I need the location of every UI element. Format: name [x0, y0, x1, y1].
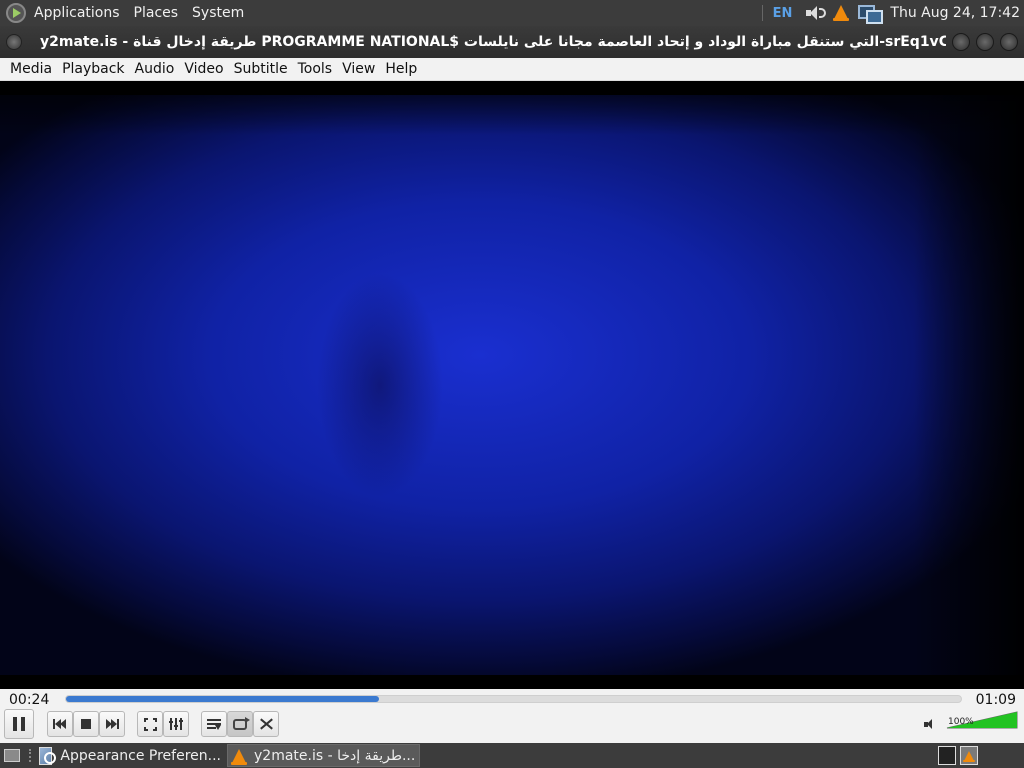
volume-percent: 100%	[948, 717, 974, 727]
maximize-button[interactable]	[976, 33, 994, 51]
menu-subtitle[interactable]: Subtitle	[230, 61, 294, 77]
next-icon	[105, 719, 119, 729]
fullscreen-button[interactable]	[137, 711, 163, 737]
total-time[interactable]: 01:09	[976, 692, 1016, 708]
workspace-2[interactable]	[960, 746, 978, 765]
seek-progress-fill	[66, 696, 380, 702]
menu-video[interactable]: Video	[180, 61, 229, 77]
stop-icon	[81, 719, 91, 729]
speaker-icon[interactable]	[924, 718, 938, 730]
equalizer-icon	[169, 718, 183, 730]
appearance-preferences-icon	[39, 746, 57, 765]
window-title: y2mate.is - طريقة إدخال قناة PROGRAMME N…	[40, 34, 946, 50]
seek-slider[interactable]	[65, 695, 962, 703]
loop-icon	[233, 716, 250, 730]
vlc-icon	[231, 748, 247, 765]
workspace-1[interactable]	[938, 746, 956, 765]
playlist-icon	[207, 718, 221, 730]
menu-view[interactable]: View	[338, 61, 381, 77]
previous-button[interactable]	[47, 711, 73, 737]
menu-playback[interactable]: Playback	[58, 61, 130, 77]
window-titlebar[interactable]: y2mate.is - طريقة إدخال قناة PROGRAMME N…	[0, 26, 1024, 58]
menu-media[interactable]: Media	[0, 61, 58, 77]
top-panel: Applications Places System EN Thu Aug 24…	[0, 0, 1024, 26]
video-area[interactable]	[0, 81, 1024, 689]
keyboard-layout-indicator[interactable]: EN	[773, 6, 793, 21]
pause-icon	[13, 717, 25, 731]
close-button[interactable]	[1000, 33, 1018, 51]
places-menu[interactable]: Places	[134, 5, 179, 21]
applications-menu[interactable]: Applications	[34, 5, 120, 21]
menu-tools[interactable]: Tools	[294, 61, 339, 77]
fullscreen-icon	[143, 717, 157, 731]
menu-audio[interactable]: Audio	[131, 61, 181, 77]
volume-tray-icon[interactable]	[806, 5, 827, 21]
vlc-icon	[963, 751, 975, 762]
playlist-button[interactable]	[201, 711, 227, 737]
tray-separator	[761, 5, 763, 21]
shuffle-button[interactable]	[253, 711, 279, 737]
taskbar-item-appearance[interactable]: Appearance Preferen...	[35, 744, 221, 767]
extended-settings-button[interactable]	[163, 711, 189, 737]
video-frame	[0, 95, 1024, 675]
clock[interactable]: Thu Aug 24, 17:42	[890, 5, 1020, 21]
vlc-tray-icon[interactable]	[833, 5, 850, 21]
previous-icon	[53, 719, 67, 729]
pause-button[interactable]	[4, 709, 34, 739]
mint-menu-icon[interactable]	[6, 3, 26, 23]
playback-controls: 00:24 01:09 100%	[0, 689, 1024, 743]
loop-button[interactable]	[227, 711, 253, 737]
minimize-button[interactable]	[952, 33, 970, 51]
menu-bar: Media Playback Audio Video Subtitle Tool…	[0, 58, 1024, 81]
shuffle-icon	[259, 718, 273, 730]
system-menu[interactable]: System	[192, 5, 244, 21]
taskbar-item-vlc[interactable]: y2mate.is - طريقة إدخا...	[227, 744, 420, 767]
network-icon[interactable]	[858, 5, 884, 24]
system-tray: EN Thu Aug 24, 17:42	[761, 0, 1024, 26]
menu-help[interactable]: Help	[381, 61, 423, 77]
taskbar-item-label: y2mate.is - طريقة إدخا...	[254, 747, 416, 764]
window-menu-icon[interactable]	[6, 34, 22, 50]
bottom-panel: Appearance Preferen... y2mate.is - طريقة…	[0, 743, 1024, 768]
next-button[interactable]	[99, 711, 125, 737]
elapsed-time: 00:24	[9, 692, 50, 708]
taskbar-item-label: Appearance Preferen...	[60, 747, 221, 764]
stop-button[interactable]	[73, 711, 99, 737]
show-desktop-icon[interactable]	[4, 749, 20, 762]
panel-grip	[29, 749, 31, 762]
